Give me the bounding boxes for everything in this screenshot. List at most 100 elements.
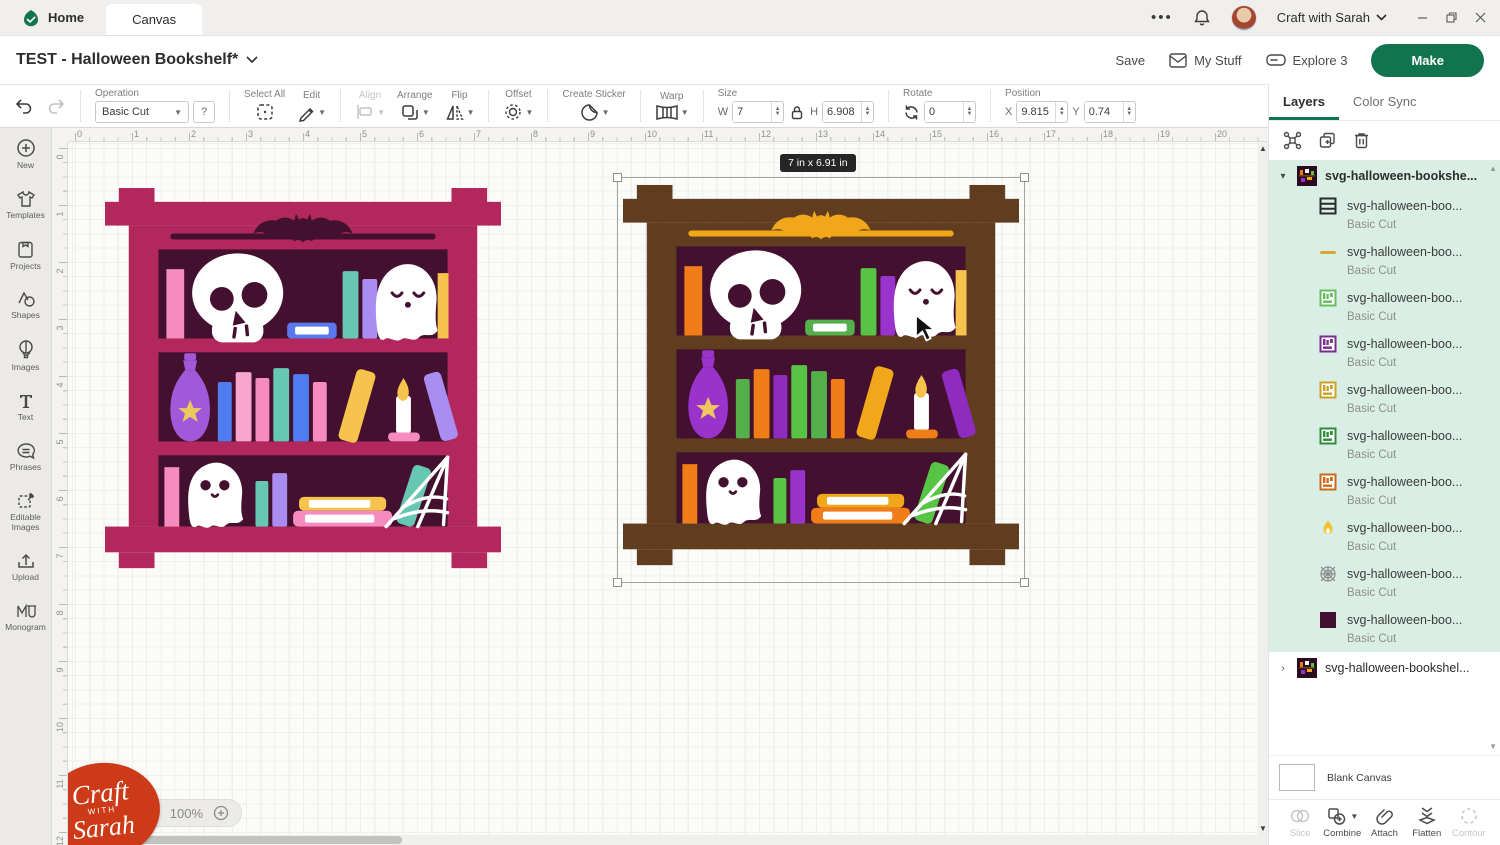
layer-item[interactable]: svg-halloween-boo...Basic Cut bbox=[1269, 192, 1500, 238]
duplicate-button[interactable] bbox=[1318, 131, 1337, 150]
lock-icon[interactable] bbox=[790, 105, 804, 120]
ruler-top-number: 18 bbox=[1103, 129, 1113, 139]
make-button[interactable]: Make bbox=[1371, 44, 1484, 77]
notifications-bell-icon[interactable] bbox=[1193, 9, 1211, 27]
size-tooltip: 7 in x 6.91 in bbox=[780, 154, 856, 172]
tab-layers[interactable]: Layers bbox=[1269, 84, 1339, 120]
sidebar-item-new[interactable]: New bbox=[0, 128, 51, 180]
width-stepper[interactable]: ▲▼ bbox=[771, 102, 783, 122]
layer-item[interactable]: svg-halloween-boo...Basic Cut bbox=[1269, 606, 1500, 652]
window-close-button[interactable] bbox=[1475, 12, 1486, 23]
rotate-icon[interactable] bbox=[903, 104, 920, 121]
operation-help-button[interactable]: ? bbox=[193, 101, 215, 123]
layer-item[interactable]: svg-halloween-boo...Basic Cut bbox=[1269, 238, 1500, 284]
sidebar-item-monogram[interactable]: Monogram bbox=[0, 592, 51, 642]
create-sticker-button[interactable]: ▼ bbox=[579, 102, 610, 123]
tab-color-sync[interactable]: Color Sync bbox=[1339, 84, 1431, 120]
rotate-stepper[interactable]: ▲▼ bbox=[963, 102, 975, 122]
redo-button[interactable] bbox=[40, 97, 72, 115]
blank-canvas-row[interactable]: Blank Canvas bbox=[1269, 755, 1500, 799]
zoom-in-button[interactable] bbox=[213, 805, 229, 821]
layer-item[interactable]: svg-halloween-boo...Basic Cut bbox=[1269, 376, 1500, 422]
list-scroll-up-icon[interactable]: ▲ bbox=[1489, 164, 1497, 173]
scroll-up-icon[interactable]: ▲ bbox=[1259, 144, 1267, 153]
height-input[interactable]: ▲▼ bbox=[822, 101, 874, 123]
operation-select[interactable]: Basic Cut▼ bbox=[95, 101, 189, 123]
ruler-top-number: 20 bbox=[1217, 129, 1227, 139]
pink-bookshelf-object[interactable] bbox=[105, 186, 501, 582]
brown-bookshelf-object[interactable] bbox=[623, 183, 1019, 579]
vertical-scrollbar[interactable]: ▲ ▼ bbox=[1258, 142, 1268, 835]
ruler-left-number: 2 bbox=[55, 264, 65, 278]
horizontal-scrollbar[interactable]: ◄ bbox=[68, 835, 1268, 845]
images-icon bbox=[18, 340, 34, 360]
delete-button[interactable] bbox=[1353, 131, 1370, 150]
scroll-down-icon[interactable]: ▼ bbox=[1259, 824, 1267, 833]
account-menu[interactable]: Craft with Sarah bbox=[1277, 10, 1387, 25]
tab-canvas[interactable]: Canvas bbox=[106, 4, 202, 35]
project-title[interactable]: TEST - Halloween Bookshelf* bbox=[16, 51, 258, 69]
attach-button[interactable]: Attach bbox=[1363, 806, 1405, 839]
height-stepper[interactable]: ▲▼ bbox=[861, 102, 873, 122]
ruler-top-number: 13 bbox=[818, 129, 828, 139]
ruler-top-number: 1 bbox=[134, 129, 139, 139]
warp-button[interactable]: ▼ bbox=[655, 104, 689, 121]
position-y-input[interactable]: ▲▼ bbox=[1084, 101, 1136, 123]
position-x-stepper[interactable]: ▲▼ bbox=[1055, 102, 1067, 122]
user-avatar[interactable] bbox=[1231, 5, 1257, 31]
align-button[interactable]: ▼ bbox=[355, 103, 385, 121]
layer-item[interactable]: svg-halloween-boo...Basic Cut bbox=[1269, 514, 1500, 560]
sidebar-item-images[interactable]: Images bbox=[0, 330, 51, 382]
layer-icon-books bbox=[1319, 427, 1337, 445]
position-x-input[interactable]: ▲▼ bbox=[1016, 101, 1068, 123]
offset-button[interactable]: ▼ bbox=[503, 102, 533, 122]
save-button[interactable]: Save bbox=[1115, 53, 1145, 68]
selection-handle-bottom-right[interactable] bbox=[1020, 578, 1029, 587]
explore-machines-button[interactable]: Explore 3 bbox=[1266, 53, 1348, 68]
canvas-viewport[interactable]: 7 in x 6.91 in − 100% Craft WITH Sarah ▲… bbox=[68, 142, 1268, 845]
sidebar-item-projects[interactable]: Projects bbox=[0, 230, 51, 281]
chevron-down-icon bbox=[246, 56, 258, 64]
arrange-button[interactable]: ▼ bbox=[400, 103, 430, 122]
ruler-left-number: 11 bbox=[55, 777, 65, 791]
sidebar-item-upload[interactable]: Upload bbox=[0, 542, 51, 592]
layer-group-collapsed[interactable]: › svg-halloween-bookshel... bbox=[1269, 652, 1500, 684]
select-all-button[interactable] bbox=[255, 102, 275, 122]
combine-button[interactable]: ▼Combine bbox=[1321, 806, 1363, 839]
overflow-menu-button[interactable]: ••• bbox=[1151, 9, 1173, 26]
layer-item[interactable]: svg-halloween-boo...Basic Cut bbox=[1269, 422, 1500, 468]
sidebar-item-phrases[interactable]: Phrases bbox=[0, 432, 51, 482]
sidebar-item-text[interactable]: Text bbox=[0, 382, 51, 432]
undo-button[interactable] bbox=[8, 97, 40, 115]
scrollbar-thumb[interactable] bbox=[106, 836, 402, 844]
layer-item[interactable]: svg-halloween-boo...Basic Cut bbox=[1269, 468, 1500, 514]
selection-handle-top-right[interactable] bbox=[1020, 173, 1029, 182]
sidebar-item-editable-images[interactable]: EditableImages bbox=[0, 481, 51, 542]
width-input[interactable]: ▲▼ bbox=[732, 101, 784, 123]
chevron-right-icon[interactable]: › bbox=[1277, 663, 1289, 674]
blank-canvas-swatch[interactable] bbox=[1279, 764, 1315, 791]
group-button[interactable] bbox=[1283, 131, 1302, 150]
list-scroll-down-icon[interactable]: ▼ bbox=[1489, 742, 1497, 751]
ruler-left-number: 6 bbox=[55, 492, 65, 506]
window-restore-button[interactable] bbox=[1446, 12, 1457, 23]
flip-button[interactable]: ▼ bbox=[445, 103, 475, 122]
home-button[interactable]: Home bbox=[0, 0, 106, 35]
layer-item[interactable]: svg-halloween-boo...Basic Cut bbox=[1269, 560, 1500, 606]
ruler-vertical: 0123456789101112 bbox=[52, 142, 68, 845]
position-y-stepper[interactable]: ▲▼ bbox=[1123, 102, 1135, 122]
layer-group-header[interactable]: ▾ svg-halloween-bookshe... bbox=[1269, 160, 1500, 192]
sidebar-item-shapes[interactable]: Shapes bbox=[0, 280, 51, 330]
new-icon bbox=[16, 138, 36, 158]
window-minimize-button[interactable] bbox=[1417, 12, 1428, 23]
layer-item[interactable]: svg-halloween-boo...Basic Cut bbox=[1269, 330, 1500, 376]
edit-button[interactable]: ▼ bbox=[297, 103, 326, 122]
sidebar-item-templates[interactable]: Templates bbox=[0, 180, 51, 230]
my-stuff-button[interactable]: My Stuff bbox=[1169, 53, 1241, 68]
layer-item[interactable]: svg-halloween-boo...Basic Cut bbox=[1269, 284, 1500, 330]
selection-handle-bottom-left[interactable] bbox=[613, 578, 622, 587]
flatten-button[interactable]: Flatten bbox=[1406, 806, 1448, 839]
selection-handle-top-left[interactable] bbox=[613, 173, 622, 182]
rotate-input[interactable]: ▲▼ bbox=[924, 101, 976, 123]
chevron-down-icon[interactable]: ▾ bbox=[1277, 171, 1289, 182]
